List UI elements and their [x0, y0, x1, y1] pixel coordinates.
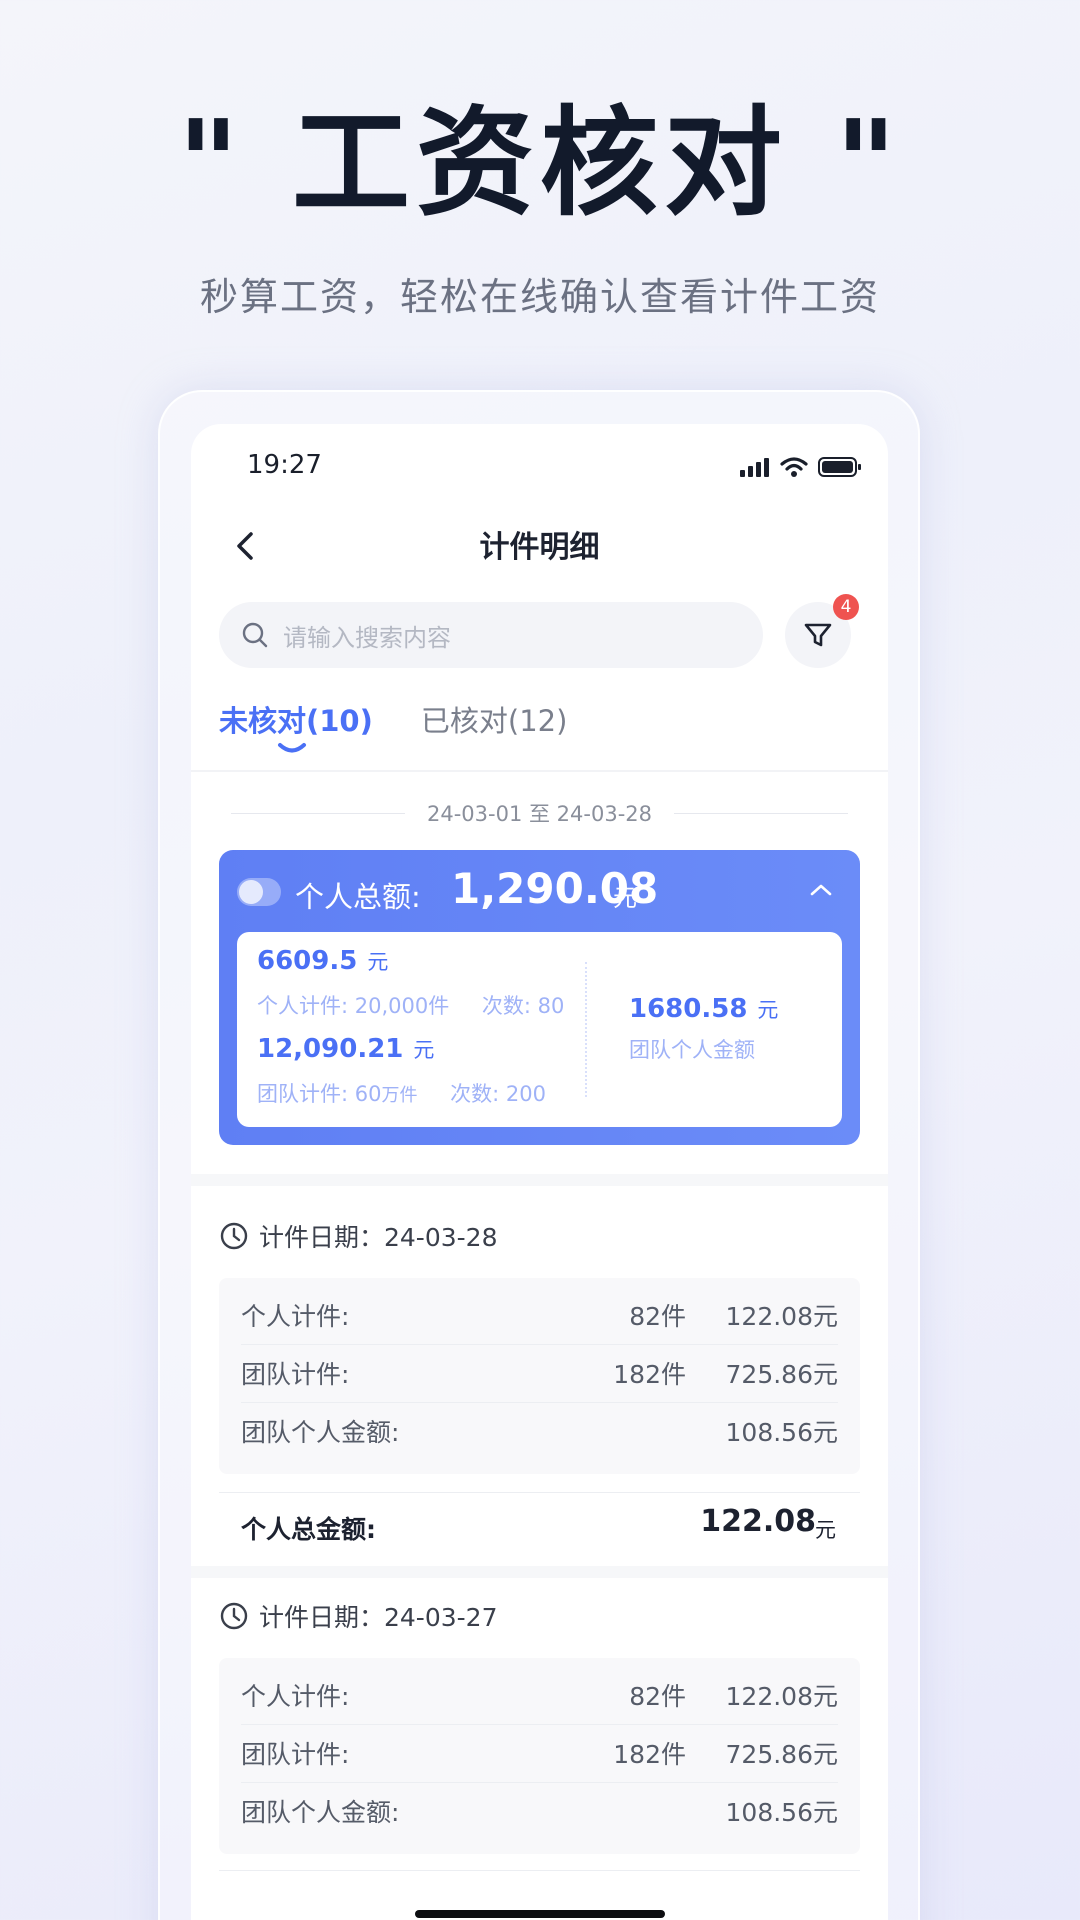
date-range: 24-03-01 至 24-03-28	[231, 798, 848, 828]
summary-total-unit: 元	[613, 884, 637, 912]
summary-breakdown: 6609.5 元 个人计件: 20,000件 次数: 80 12,090.21 元 …	[237, 932, 842, 1127]
day-total-unit: 元	[815, 1518, 836, 1542]
row-money: 108.56元	[725, 1798, 838, 1827]
section-gap	[191, 1566, 888, 1578]
personal-amount: 6609.5	[257, 946, 358, 976]
date-range-text: 24-03-01 至 24-03-28	[427, 802, 652, 826]
row-count: 82件	[629, 1302, 686, 1331]
personal-amount-unit: 元	[367, 950, 389, 974]
status-icons	[740, 456, 862, 478]
filter-icon	[804, 623, 832, 647]
summary-total-label: 个人总额:	[295, 880, 421, 914]
row-name: 团队个人金额:	[241, 1798, 400, 1827]
row-name: 个人计件:	[241, 1302, 350, 1331]
clock-icon	[220, 1602, 248, 1630]
row-count: 182件	[613, 1740, 686, 1769]
row-money: 725.86元	[725, 1360, 838, 1389]
status-time: 19:27	[247, 450, 322, 480]
table-row: 个人计件: 82件 122.08元	[241, 1662, 838, 1720]
tab-bar: 未核对(10) 已核对(12)	[219, 698, 568, 753]
team-personal-amount-unit: 元	[757, 998, 779, 1022]
day-date-label: 计件日期：24-03-28	[259, 1223, 498, 1252]
summary-card: 个人总额: 1,290.08 元 6609.5 元 个人计件: 20,000件 次…	[219, 850, 860, 1145]
search-placeholder: 请输入搜索内容	[283, 623, 451, 652]
filter-button[interactable]: 4	[785, 594, 859, 668]
battery-icon	[818, 457, 861, 477]
table-row: 团队个人金额: 108.56元	[241, 1778, 838, 1836]
team-amount-unit: 元	[413, 1038, 435, 1062]
phone-screen: 19:27 计件明细 请输入搜索内容 4 未核对(10) 已核对(12) 24-…	[191, 424, 888, 1920]
divider	[191, 770, 888, 772]
tab-active-indicator	[278, 743, 306, 753]
section-gap	[191, 1174, 888, 1186]
day-header: 计件日期：24-03-27	[219, 1598, 497, 1634]
row-name: 团队计件:	[241, 1360, 350, 1389]
divider	[219, 1492, 860, 1493]
tab-verified-label: 已核对(12)	[420, 704, 568, 738]
divider	[585, 962, 587, 1097]
team-times: 次数: 200	[450, 1082, 547, 1106]
search-input[interactable]: 请输入搜索内容	[219, 602, 763, 668]
row-money: 122.08元	[725, 1682, 838, 1711]
filter-count-badge: 4	[833, 594, 859, 620]
team-piece-unit: 万件	[381, 1085, 418, 1106]
row-name: 团队计件:	[241, 1740, 350, 1769]
row-name: 团队个人金额:	[241, 1418, 400, 1447]
row-count: 82件	[629, 1682, 686, 1711]
day-date-label: 计件日期：24-03-27	[259, 1603, 498, 1632]
nav-bar: 计件明细	[191, 516, 888, 576]
divider	[674, 812, 848, 814]
day-detail-table: 个人计件: 82件 122.08元 团队计件: 182件 725.86元 团队个…	[219, 1278, 860, 1474]
page-title: 计件明细	[479, 530, 600, 565]
row-count: 182件	[613, 1360, 686, 1389]
promo-headline: " 工资核对 "	[177, 94, 903, 232]
day-detail-table: 个人计件: 82件 122.08元 团队计件: 182件 725.86元 团队个…	[219, 1658, 860, 1854]
table-row: 个人计件: 82件 122.08元	[241, 1282, 838, 1340]
row-money: 122.08元	[725, 1302, 838, 1331]
amount-visibility-toggle[interactable]	[237, 878, 281, 906]
clock-icon	[220, 1222, 248, 1250]
team-personal-label: 团队个人金额	[629, 1038, 755, 1062]
day-total-row: 个人总金额: 122.08 元	[191, 1492, 888, 1564]
personal-times: 次数: 80	[481, 994, 565, 1018]
wifi-icon	[780, 457, 808, 477]
row-name: 个人计件:	[241, 1682, 350, 1711]
status-bar: 19:27	[191, 450, 888, 490]
table-row: 团队个人金额: 108.56元	[241, 1398, 838, 1456]
day-header: 计件日期：24-03-28	[219, 1218, 497, 1254]
search-icon	[242, 622, 268, 648]
team-amount: 12,090.21	[257, 1034, 404, 1064]
personal-piece-count: 个人计件: 20,000件	[257, 994, 450, 1018]
signal-icon	[740, 458, 769, 477]
row-money: 725.86元	[725, 1740, 838, 1769]
divider	[231, 812, 405, 814]
day-total-value: 122.08	[700, 1504, 816, 1539]
tab-unverified[interactable]: 未核对(10)	[219, 698, 373, 753]
divider	[219, 1870, 860, 1871]
table-row: 团队计件: 182件 725.86元	[241, 1720, 838, 1778]
row-money: 108.56元	[725, 1418, 838, 1447]
team-personal-amount: 1680.58	[629, 994, 748, 1024]
promo-subline: 秒算工资，轻松在线确认查看计件工资	[199, 275, 880, 319]
toggle-knob	[239, 880, 263, 904]
tab-verified[interactable]: 已核对(12)	[421, 698, 568, 740]
team-piece-count: 团队计件: 60	[257, 1082, 382, 1106]
chevron-up-icon[interactable]	[808, 880, 834, 900]
tab-unverified-label: 未核对(10)	[219, 704, 373, 738]
home-indicator[interactable]	[415, 1910, 665, 1918]
table-row: 团队计件: 182件 725.86元	[241, 1340, 838, 1398]
day-total-label: 个人总金额:	[241, 1515, 376, 1544]
